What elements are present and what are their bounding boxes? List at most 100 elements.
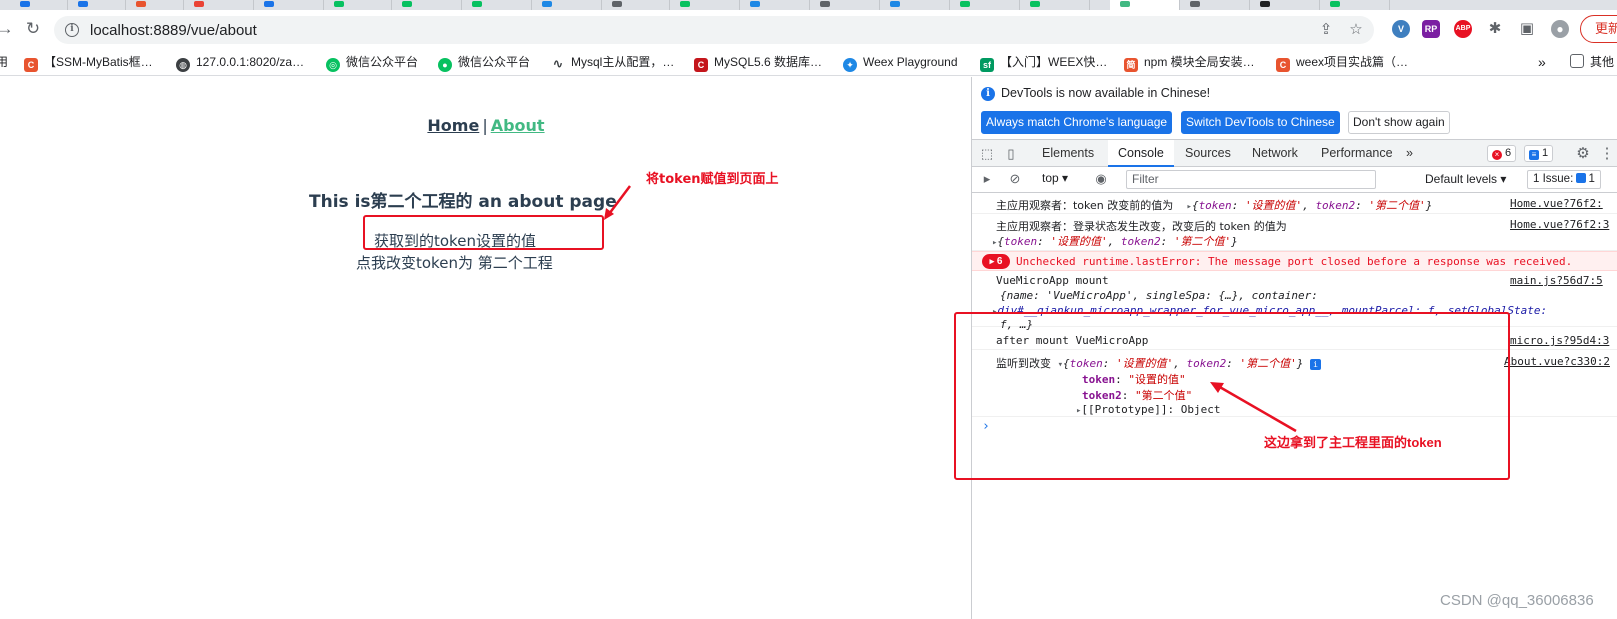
browser-tab[interactable] (126, 0, 184, 10)
message-icon: ≡ (1529, 150, 1539, 160)
bookmark-item[interactable]: ∿ Mysql主从配置，… (551, 53, 675, 71)
browser-tab[interactable] (880, 0, 950, 10)
browser-tab[interactable] (254, 0, 324, 10)
source-link[interactable]: Home.vue?76f2: (1510, 197, 1603, 210)
nav-separator: | (482, 116, 488, 135)
extension-icon[interactable]: V (1392, 20, 1410, 38)
browser-tab[interactable] (1180, 0, 1250, 10)
tab-network[interactable]: Network (1242, 140, 1308, 167)
site-info-icon[interactable]: i (65, 23, 79, 37)
console-message: 主应用观察者：登录状态发生改变，改变后的 token 的值为 ▸{token: … (972, 214, 1617, 251)
tab-elements[interactable]: Elements (1032, 140, 1104, 167)
source-link[interactable]: micro.js?95d4:3 (1510, 334, 1609, 347)
jianshu-icon: 简 (1124, 58, 1138, 72)
browser-tab[interactable] (10, 0, 68, 10)
change-token-button[interactable]: 点我改变token为 第二个工程 (356, 252, 553, 273)
error-repeat-badge[interactable]: ▸ 6 (982, 254, 1010, 269)
bookmark-item[interactable]: C MySQL5.6 数据库… (694, 53, 822, 72)
log-levels-dropdown[interactable]: Default levels ▾ (1425, 172, 1506, 186)
more-tabs-button[interactable]: » (1396, 140, 1423, 167)
share-icon[interactable]: ⇪ (1316, 20, 1336, 40)
browser-tab[interactable] (532, 0, 602, 10)
switch-to-chinese-button[interactable]: Switch DevTools to Chinese (1181, 111, 1340, 134)
adblock-icon[interactable]: ABP (1454, 20, 1472, 38)
sidebar-toggle-icon[interactable]: ▸ (978, 170, 996, 188)
nav-link-home[interactable]: Home (427, 116, 479, 135)
profile-avatar-icon[interactable]: ● (1551, 20, 1569, 38)
annotation-arrow (1210, 382, 1297, 433)
browser-tab[interactable] (1320, 0, 1390, 10)
clear-console-icon[interactable]: ⊘ (1006, 170, 1024, 188)
wechat-icon: ● (438, 58, 452, 72)
source-link[interactable]: About.vue?c330:2 (1504, 355, 1610, 368)
browser-tab[interactable] (462, 0, 532, 10)
browser-tab[interactable] (810, 0, 880, 10)
bookmark-item[interactable]: ● 微信公众平台 (438, 53, 530, 72)
cnblogs-icon: C (694, 58, 708, 72)
bookmark-item[interactable]: 用 (0, 53, 8, 71)
extension-rp-icon[interactable]: RP (1422, 20, 1440, 38)
folder-icon (1570, 54, 1584, 68)
source-link[interactable]: Home.vue?76f2:3 (1510, 218, 1609, 231)
update-button[interactable]: 更新 (1580, 15, 1617, 43)
url-text[interactable]: localhost:8889/vue/about (90, 22, 257, 39)
address-bar[interactable]: i localhost:8889/vue/about ⇪ ☆ (54, 16, 1374, 44)
bookmark-item[interactable]: sf 【入门】WEEX快… (980, 53, 1107, 72)
device-toolbar-icon[interactable]: ▯ (1002, 145, 1020, 163)
other-bookmarks-folder[interactable]: 其他 (1570, 53, 1614, 71)
console-filter-input[interactable]: Filter (1126, 170, 1376, 189)
issues-button[interactable]: 1 Issue: 1 (1527, 170, 1601, 189)
devtools-panel: i DevTools is now available in Chinese! … (954, 77, 1617, 619)
inspect-element-icon[interactable]: ⬚ (978, 145, 996, 163)
bookmark-item[interactable]: ◍ 127.0.0.1:8020/za… (176, 53, 304, 72)
web-page: Home | About This is第二个工程的 an about page 获… (0, 77, 972, 619)
forward-icon[interactable]: → (0, 18, 16, 40)
console-error-message: ▸ 6 Unchecked runtime.lastError: The mes… (972, 251, 1617, 271)
browser-tab[interactable] (950, 0, 1020, 10)
bookmark-item[interactable]: ✦ Weex Playground (843, 53, 958, 72)
bookmark-item[interactable]: ◎ 微信公众平台 (326, 53, 418, 72)
obj-token2-value: '第二个值' (1368, 199, 1426, 212)
bookmark-star-icon[interactable]: ☆ (1346, 20, 1366, 40)
bookmark-item[interactable]: Cweex项目实战篇（… (1276, 53, 1408, 72)
browser-tab-active[interactable] (1110, 0, 1180, 10)
dont-show-again-button[interactable]: Don't show again (1348, 111, 1450, 134)
error-count-badge[interactable]: × 6 (1487, 145, 1517, 162)
browser-tab[interactable] (68, 0, 126, 10)
error-text: Unchecked runtime.lastError: The message… (1016, 255, 1573, 268)
tab-console[interactable]: Console (1108, 140, 1174, 167)
always-match-language-button[interactable]: Always match Chrome's language (981, 111, 1173, 134)
mount-object-line: {name: 'VueMicroApp', singleSpa: {…}, co… (1000, 289, 1318, 302)
bookmarks-overflow-button[interactable]: » (1538, 53, 1546, 71)
browser-tab[interactable] (740, 0, 810, 10)
live-expression-eye-icon[interactable]: ◉ (1092, 170, 1110, 188)
message-count-badge[interactable]: ≡ 1 (1524, 145, 1554, 162)
devtools-language-banner: i DevTools is now available in Chinese! … (972, 77, 1617, 137)
browser-tab[interactable] (602, 0, 670, 10)
side-panel-icon[interactable]: ▣ (1518, 20, 1536, 38)
more-options-icon[interactable]: ⋮ (1598, 145, 1616, 163)
banner-message: DevTools is now available in Chinese! (1001, 86, 1211, 100)
context-select[interactable]: top ▾ (1042, 171, 1068, 185)
bookmark-item[interactable]: 简 npm 模块全局安装… (1124, 53, 1255, 72)
browser-toolbar: → ↻ i localhost:8889/vue/about ⇪ ☆ V RP … (0, 10, 1617, 48)
wechat-icon: ◎ (326, 58, 340, 72)
info-icon: i (981, 87, 995, 101)
tab-performance[interactable]: Performance (1311, 140, 1403, 167)
browser-tab[interactable] (324, 0, 392, 10)
settings-gear-icon[interactable]: ⚙ (1574, 145, 1592, 163)
console-message: 主应用观察者：token 改变前的值为 ▸{token: '设置的值', tok… (972, 193, 1617, 214)
source-link[interactable]: main.js?56d7:5 (1510, 274, 1603, 287)
browser-tab[interactable] (1020, 0, 1090, 10)
extensions-puzzle-icon[interactable]: ✱ (1486, 20, 1504, 38)
log-label: 主应用观察者：登录状态发生改变，改变后的 token 的值为 (996, 220, 1287, 233)
tab-sources[interactable]: Sources (1175, 140, 1241, 167)
bookmark-item[interactable]: C 【SSM-MyBatis框… (24, 53, 153, 72)
reload-icon[interactable]: ↻ (22, 18, 44, 40)
annotation-arrow (604, 185, 631, 220)
nav-link-about[interactable]: About (491, 116, 545, 135)
browser-tab[interactable] (670, 0, 740, 10)
browser-tab[interactable] (1250, 0, 1320, 10)
browser-tab[interactable] (184, 0, 254, 10)
browser-tab[interactable] (392, 0, 462, 10)
